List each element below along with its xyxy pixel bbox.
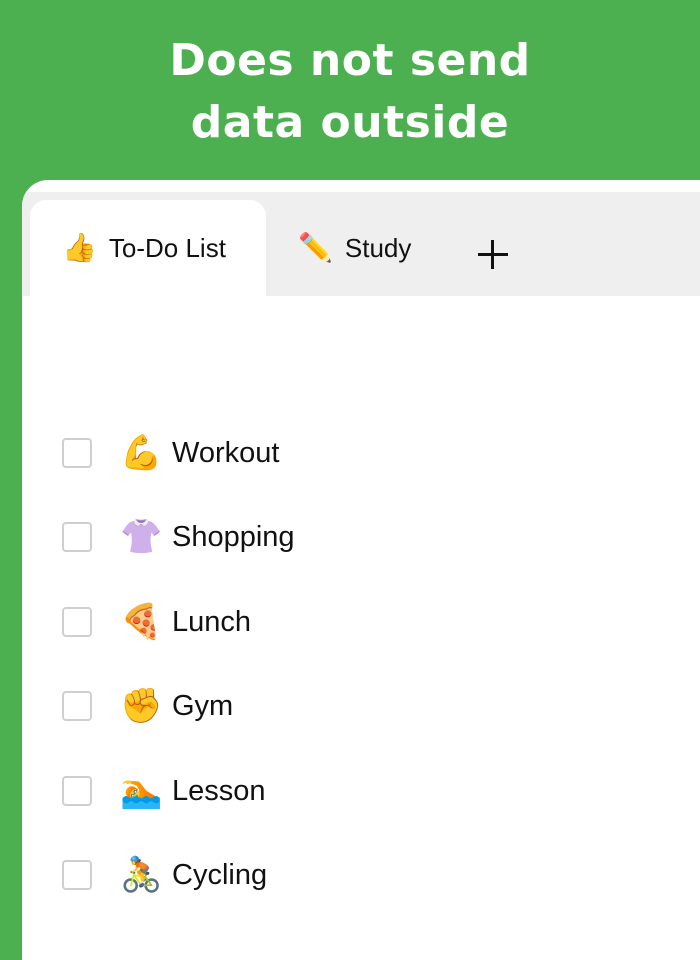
pizza-icon: 🍕 — [120, 602, 163, 642]
cyclist-icon: 🚴 — [120, 855, 163, 895]
headline-line-2: data outside — [190, 97, 510, 148]
add-tab-button[interactable] — [474, 234, 514, 274]
thumbs-up-icon: 👍 — [62, 232, 97, 263]
swimmer-icon: 🏊 — [120, 771, 163, 811]
item-label[interactable]: Cycling — [172, 859, 267, 892]
checkbox[interactable] — [62, 776, 92, 806]
list-item: 🚴 Cycling — [62, 845, 267, 905]
raised-fist-icon: ✊ — [120, 686, 163, 726]
tab-label: To-Do List — [108, 232, 226, 263]
pencil-icon: ✏️ — [298, 232, 333, 263]
checkbox[interactable] — [62, 691, 92, 721]
item-label[interactable]: Workout — [172, 437, 279, 470]
list-item: ✊ Gym — [62, 676, 233, 736]
checkbox[interactable] — [62, 522, 92, 552]
flexed-biceps-icon: 💪 — [120, 433, 163, 473]
item-label[interactable]: Gym — [172, 690, 233, 723]
list-item: 👚 Shopping — [62, 507, 295, 567]
checkbox[interactable] — [62, 438, 92, 468]
app-window: 👍 To-Do List ✏️ Study 💪 Workout 👚 Shoppi… — [22, 180, 700, 960]
tab-study[interactable]: ✏️ Study — [298, 200, 411, 296]
list-item: 🏊 Lesson — [62, 761, 266, 821]
item-label[interactable]: Shopping — [172, 521, 295, 554]
item-label[interactable]: Lunch — [172, 606, 251, 639]
checkbox[interactable] — [62, 860, 92, 890]
checkbox[interactable] — [62, 607, 92, 637]
item-label[interactable]: Lesson — [172, 775, 266, 808]
tab-label: Study — [344, 232, 412, 263]
list-item: 💪 Workout — [62, 423, 279, 483]
headline: Does not send data outside — [0, 30, 700, 154]
tab-bar: 👍 To-Do List ✏️ Study — [22, 192, 700, 296]
headline-line-1: Does not send — [169, 35, 531, 86]
tab-todo-list[interactable]: 👍 To-Do List — [30, 200, 266, 296]
blouse-icon: 👚 — [120, 517, 163, 557]
list-item: 🍕 Lunch — [62, 592, 251, 652]
